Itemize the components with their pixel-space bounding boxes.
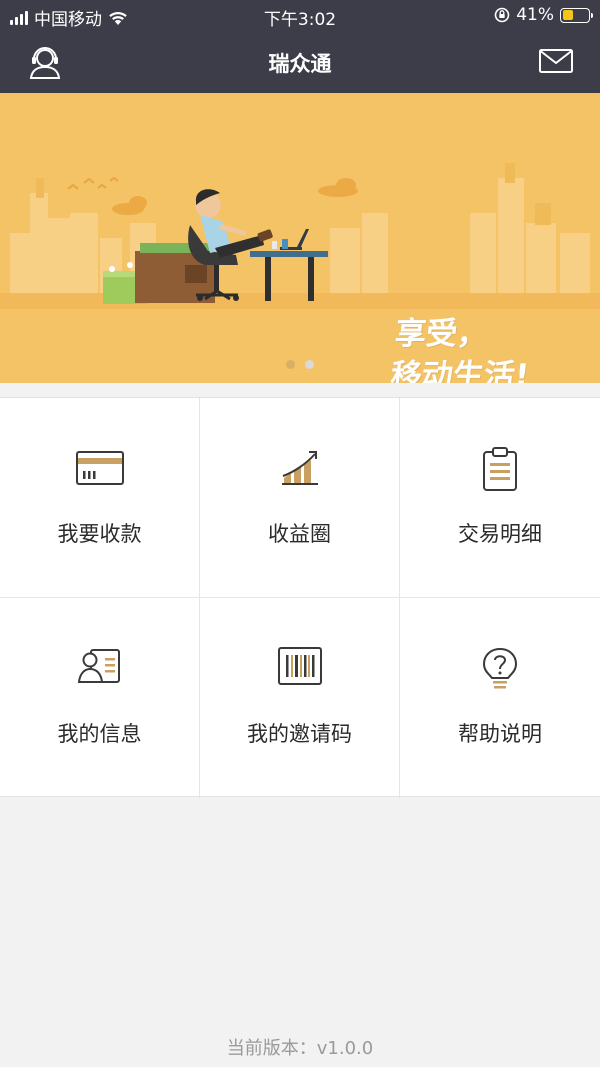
- nav-bar: 瑞众通: [0, 32, 600, 93]
- page-title: 瑞众通: [268, 52, 332, 76]
- menu-item-label: 帮助说明: [458, 722, 542, 746]
- menu-item-label: 交易明细: [458, 522, 542, 546]
- menu-item-receive-payment[interactable]: 我要收款: [0, 398, 200, 598]
- banner-page-indicator: [0, 360, 600, 369]
- menu-item-earnings-circle[interactable]: 收益圈: [200, 398, 400, 598]
- menu-item-label: 我的信息: [57, 722, 142, 746]
- battery-percent: 41%: [516, 5, 554, 25]
- profile-card-icon: [77, 649, 120, 683]
- mail-icon[interactable]: [538, 46, 574, 76]
- clipboard-icon: [483, 447, 517, 491]
- growth-chart-icon: [281, 451, 318, 485]
- menu-item-invite-code[interactable]: 我的邀请码: [200, 598, 400, 798]
- status-bar: 中国移动 下午3:02 41%: [0, 0, 600, 32]
- banner-slogan: 享受， 移动生活!: [389, 313, 536, 383]
- menu-item-label: 收益圈: [268, 522, 331, 546]
- barcode-icon: [277, 647, 322, 685]
- menu-item-help[interactable]: 帮助说明: [400, 598, 600, 798]
- banner-slogan-line1: 享受，: [393, 316, 491, 352]
- lightbulb-icon: [482, 647, 518, 689]
- page-dot-active[interactable]: [305, 360, 314, 369]
- menu-item-label: 我要收款: [57, 522, 142, 546]
- top-bar: 中国移动 下午3:02 41% 瑞众通: [0, 0, 600, 93]
- page-dot[interactable]: [286, 360, 295, 369]
- menu-item-transaction-details[interactable]: 交易明细: [400, 398, 600, 598]
- app-version: 当前版本：v1.0.0: [226, 1038, 374, 1059]
- menu-item-label: 我的邀请码: [247, 722, 352, 746]
- orientation-lock-icon: [494, 7, 510, 23]
- feature-menu-grid: 我要收款 收益圈 交易明细 我的信息 我的邀请码 帮助说明: [0, 397, 600, 798]
- menu-item-my-info[interactable]: 我的信息: [0, 598, 200, 798]
- battery-icon: [560, 7, 593, 23]
- promo-banner[interactable]: 享受， 移动生活!: [0, 93, 600, 383]
- card-icon: [75, 451, 124, 485]
